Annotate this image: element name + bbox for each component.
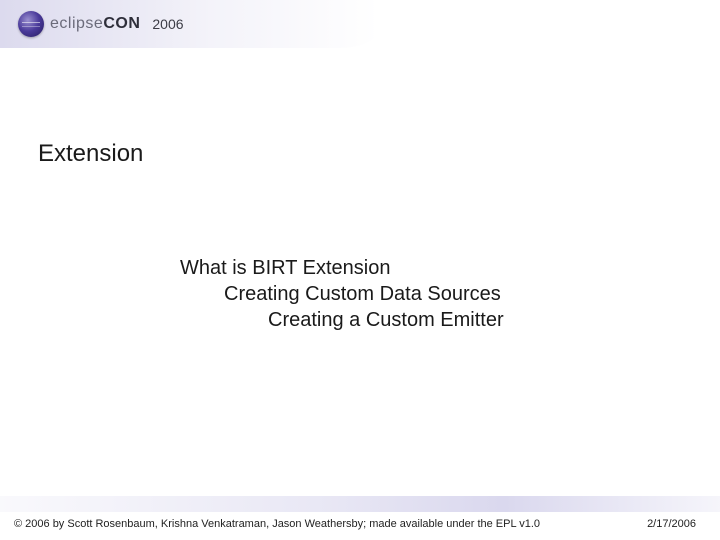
logo-text: eclipseCON <box>50 15 140 33</box>
body-line-3: Creating a Custom Emitter <box>268 307 504 333</box>
eclipse-icon <box>18 11 44 37</box>
footer-decoration <box>0 496 720 512</box>
body-line-1: What is BIRT Extension <box>180 255 504 281</box>
logo: eclipseCON 2006 <box>18 11 184 37</box>
logo-text-bold: CON <box>103 15 140 32</box>
footer-copyright: © 2006 by Scott Rosenbaum, Krishna Venka… <box>14 518 540 530</box>
footer-date: 2/17/2006 <box>647 518 696 530</box>
slide-title: Extension <box>38 140 143 168</box>
body-line-2: Creating Custom Data Sources <box>224 281 504 307</box>
logo-text-light: eclipse <box>50 15 103 32</box>
slide-header: eclipseCON 2006 <box>0 0 720 48</box>
logo-year: 2006 <box>152 16 183 32</box>
slide-body: What is BIRT Extension Creating Custom D… <box>180 255 504 333</box>
